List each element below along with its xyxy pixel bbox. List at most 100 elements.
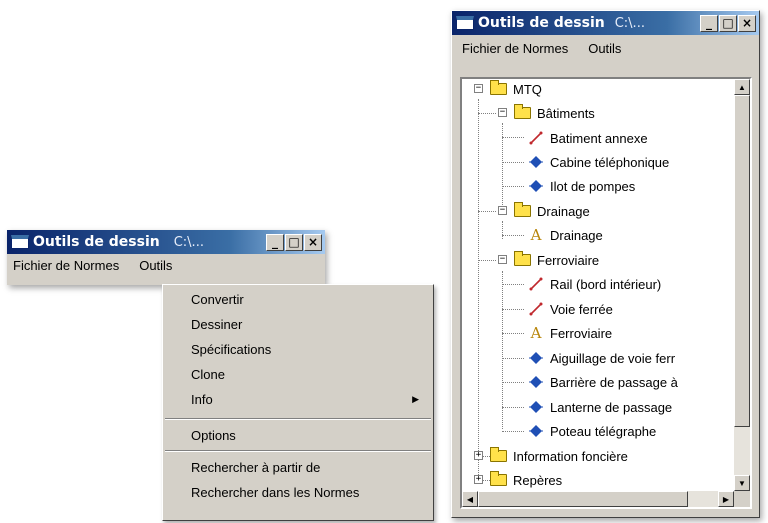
menu-item-label: Info [191, 392, 213, 407]
collapse-toggle-icon[interactable]: − [498, 255, 507, 264]
folder-icon [514, 251, 531, 266]
collapse-toggle-icon[interactable]: − [498, 206, 507, 215]
tree-node-label: Voie ferrée [550, 301, 613, 317]
folder-icon [490, 471, 507, 486]
tree-node-reperes[interactable]: Repères [490, 469, 562, 491]
app-icon [456, 16, 474, 30]
tree-leaf-ferroviaire[interactable]: A Ferroviaire [528, 322, 613, 344]
tree-leaf-cabine-telephonique[interactable]: Cabine téléphonique [528, 151, 669, 173]
left-title-bar[interactable]: Outils de dessin C:\... _ □ × [7, 230, 325, 254]
tree-node-drainage[interactable]: Drainage [514, 200, 590, 222]
tree-node-mtq[interactable]: MTQ [490, 79, 542, 100]
menu-outils[interactable]: Outils [133, 258, 178, 273]
menu-item-label: Clone [191, 367, 225, 382]
menu-item-label: Convertir [191, 292, 244, 307]
tree-node-label: Barrière de passage à [550, 374, 678, 390]
submenu-arrow-icon: ▶ [412, 394, 419, 404]
tree-node-label: Aiguillage de voie ferr [550, 350, 676, 366]
text-icon: A [530, 226, 542, 244]
scroll-up-icon[interactable]: ▲ [734, 79, 750, 95]
right-window: Outils de dessin C:\... _ □ × Fichier de… [451, 10, 760, 518]
menu-item-label: Spécifications [191, 342, 272, 357]
menu-item-rechercher-dans-les-normes[interactable]: Rechercher dans les Normes [163, 480, 433, 505]
outils-dropdown-menu: Convertir Dessiner Spécifications Clone … [162, 284, 434, 521]
point-icon [528, 374, 544, 390]
tree-node-label: Drainage [550, 227, 603, 243]
tree-node-ferroviaire[interactable]: Ferroviaire [514, 249, 599, 271]
tree-node-label: Rail (bord intérieur) [550, 276, 662, 292]
folder-icon [514, 104, 531, 119]
folder-icon [514, 202, 531, 217]
maximize-button[interactable]: □ [285, 233, 303, 251]
collapse-toggle-icon[interactable]: − [474, 84, 483, 93]
tree-leaf-barriere[interactable]: Barrière de passage à [528, 371, 678, 393]
menu-item-label: Rechercher à partir de [191, 460, 321, 475]
scroll-corner [734, 491, 750, 507]
menu-fichier-de-normes[interactable]: Fichier de Normes [7, 258, 125, 273]
vertical-scrollbar[interactable]: ▲ ▼ [734, 79, 750, 491]
menu-item-specifications[interactable]: Spécifications [163, 337, 433, 362]
app-icon [11, 235, 29, 249]
point-icon [528, 423, 544, 439]
tree-leaf-rail[interactable]: Rail (bord intérieur) [528, 273, 661, 295]
menu-item-label: Dessiner [191, 317, 243, 332]
menu-outils[interactable]: Outils [582, 41, 627, 56]
menu-item-info[interactable]: Info ▶ [163, 387, 433, 412]
tree-node-label: Ilot de pompes [550, 178, 636, 194]
right-window-title: Outils de dessin [478, 15, 605, 31]
menu-item-options[interactable]: Options [163, 423, 433, 448]
menu-fichier-de-normes[interactable]: Fichier de Normes [452, 41, 574, 56]
right-window-path: C:\... [614, 15, 645, 31]
right-title-bar[interactable]: Outils de dessin C:\... _ □ × [452, 11, 759, 35]
menu-item-dessiner[interactable]: Dessiner [163, 312, 433, 337]
tree-leaf-lanterne[interactable]: Lanterne de passage [528, 396, 672, 418]
collapse-toggle-icon[interactable]: − [498, 108, 507, 117]
maximize-button[interactable]: □ [719, 14, 737, 32]
left-window: Outils de dessin C:\... _ □ × Fichier de… [7, 230, 325, 285]
close-button[interactable]: × [738, 14, 756, 32]
tree-leaf-drainage[interactable]: A Drainage [528, 224, 603, 246]
menu-item-rechercher-a-partir-de[interactable]: Rechercher à partir de [163, 455, 433, 480]
tree-node-label: Batiment annexe [550, 130, 648, 146]
tree-leaf-poteau[interactable]: Poteau télégraphe [528, 420, 656, 442]
scroll-down-icon[interactable]: ▼ [734, 475, 750, 491]
tree-node-label: Repères [513, 472, 563, 488]
tree-leaf-voie-ferree[interactable]: Voie ferrée [528, 298, 613, 320]
text-icon: A [530, 324, 542, 342]
scroll-right-icon[interactable]: ▶ [718, 491, 734, 507]
tree-node-label: Ferroviaire [550, 325, 613, 341]
scroll-thumb[interactable] [478, 491, 688, 507]
point-icon [528, 399, 544, 415]
point-icon [528, 178, 544, 194]
line-icon [528, 301, 544, 317]
tree-node-label: Lanterne de passage [550, 399, 673, 415]
tree-node-label: Information foncière [513, 448, 628, 464]
tree-leaf-batiment-annexe[interactable]: Batiment annexe [528, 127, 648, 149]
scroll-thumb[interactable] [734, 95, 750, 427]
menu-item-clone[interactable]: Clone [163, 362, 433, 387]
menu-separator [165, 418, 431, 420]
line-icon [528, 130, 544, 146]
tree-leaf-ilot-de-pompes[interactable]: Ilot de pompes [528, 175, 635, 197]
line-icon [528, 276, 544, 292]
minimize-button[interactable]: _ [266, 233, 284, 251]
horizontal-scrollbar[interactable]: ◀ ▶ [462, 491, 734, 507]
tree-node-label: Cabine téléphonique [550, 154, 670, 170]
tree-node-label: MTQ [513, 81, 542, 97]
tree-leaf-aiguillage[interactable]: Aiguillage de voie ferr [528, 347, 675, 369]
left-window-title: Outils de dessin [33, 234, 160, 250]
scroll-left-icon[interactable]: ◀ [462, 491, 478, 507]
tree-node-batiments[interactable]: Bâtiments [514, 102, 595, 124]
expand-toggle-icon[interactable]: + [474, 451, 483, 460]
tree-view[interactable]: − MTQ − Bâtiments Batiment annexe Cabine… [460, 77, 752, 509]
tree-node-label: Bâtiments [537, 105, 595, 121]
menu-item-convertir[interactable]: Convertir [163, 287, 433, 312]
folder-icon [490, 447, 507, 462]
close-button[interactable]: × [304, 233, 322, 251]
menu-item-label: Rechercher dans les Normes [191, 485, 360, 500]
tree-node-label: Ferroviaire [537, 252, 600, 268]
minimize-button[interactable]: _ [700, 14, 718, 32]
menu-item-label: Options [191, 428, 236, 443]
expand-toggle-icon[interactable]: + [474, 475, 483, 484]
tree-node-information-fonciere[interactable]: Information foncière [490, 445, 628, 467]
